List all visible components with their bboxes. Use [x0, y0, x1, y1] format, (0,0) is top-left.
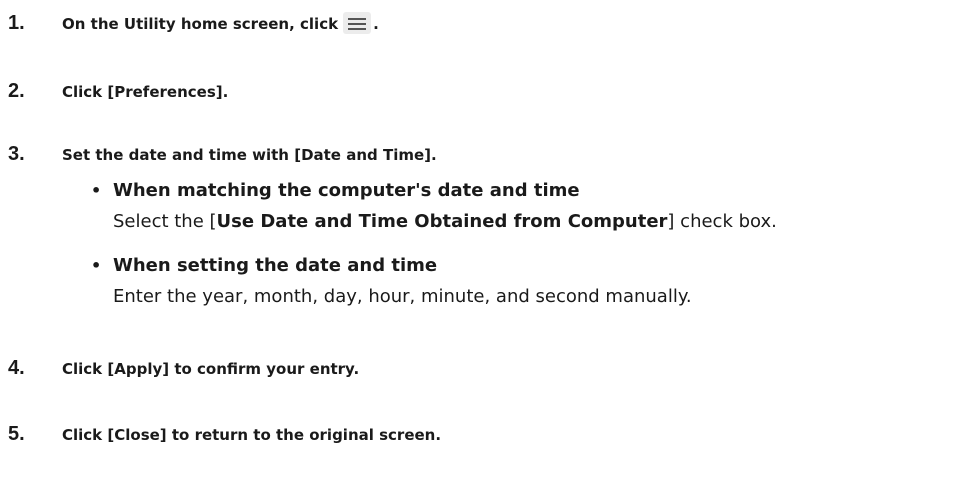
desc-bold: Use Date and Time Obtained from Computer — [216, 211, 668, 232]
bullet-title: When setting the date and time — [113, 255, 438, 276]
bullet-2: • When setting the date and time — [91, 255, 437, 276]
bullet-title: When matching the computer's date and ti… — [113, 180, 580, 201]
step-number: 1. — [8, 12, 25, 34]
step-text-before: On the Utility home screen, click — [62, 15, 339, 33]
step-text: Click [Preferences]. — [62, 83, 229, 101]
bullet-1-desc: Select the [Use Date and Time Obtained f… — [113, 211, 777, 232]
step-2: 2. Click [Preferences]. — [0, 80, 228, 103]
bullet-2-desc: Enter the year, month, day, hour, minute… — [113, 286, 692, 307]
step-text: On the Utility home screen, click. — [62, 12, 379, 34]
step-text-after: . — [373, 15, 379, 33]
bullet-1: • When matching the computer's date and … — [91, 180, 580, 201]
step-4: 4. Click [Apply] to confirm your entry. — [0, 357, 359, 380]
step-5: 5. Click [Close] to return to the origin… — [0, 423, 441, 446]
step-number: 4. — [8, 357, 25, 379]
step-number: 5. — [8, 423, 25, 445]
hamburger-menu-icon — [343, 12, 372, 34]
desc-prefix: Select the [ — [113, 211, 217, 232]
desc-suffix: ] check box. — [667, 211, 777, 232]
step-text: Click [Apply] to confirm your entry. — [62, 360, 360, 378]
bullet-dot: • — [91, 181, 102, 200]
step-1: 1. On the Utility home screen, click. — [0, 12, 379, 35]
step-number: 3. — [8, 143, 25, 165]
step-3: 3. Set the date and time with [Date and … — [0, 143, 437, 166]
step-number: 2. — [8, 80, 25, 102]
step-text: Set the date and time with [Date and Tim… — [62, 146, 437, 164]
bullet-dot: • — [91, 256, 102, 275]
step-text: Click [Close] to return to the original … — [62, 426, 442, 444]
